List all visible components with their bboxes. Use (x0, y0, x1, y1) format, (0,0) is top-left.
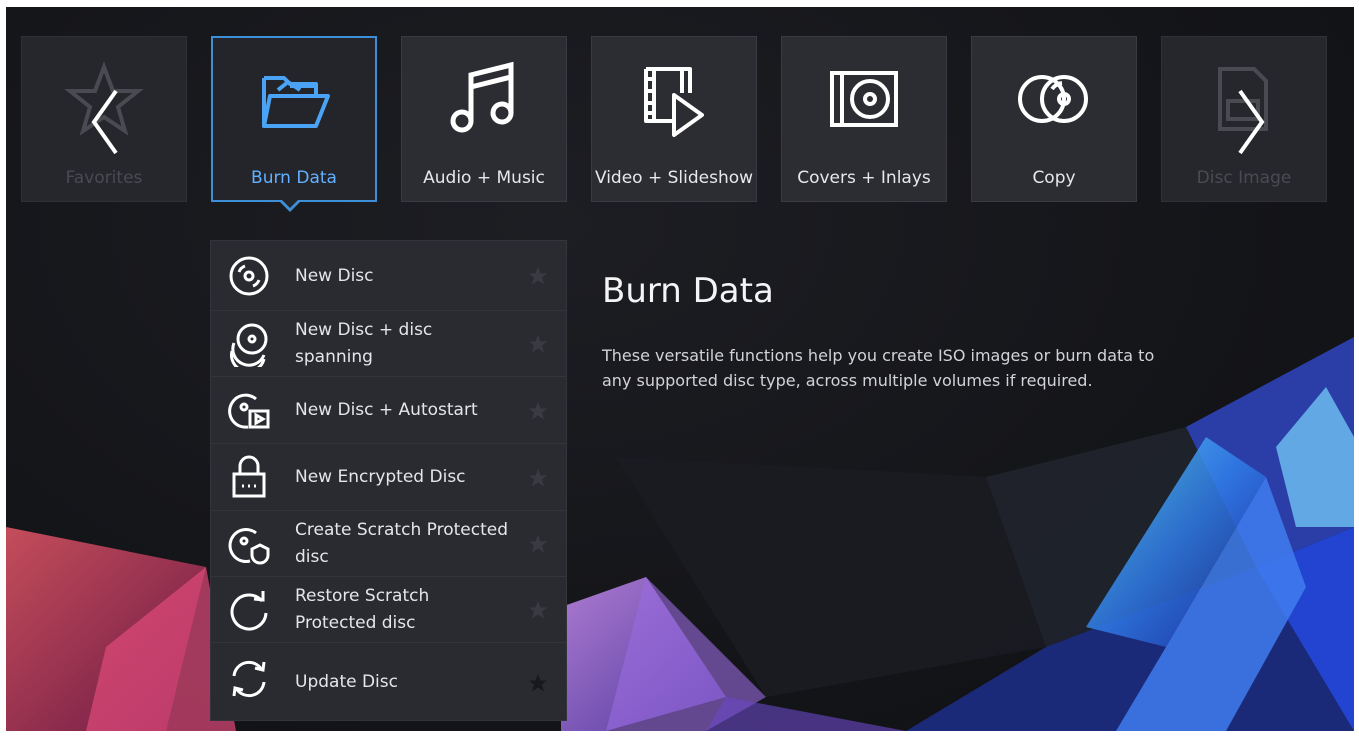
menu-item-label: New Disc (295, 266, 374, 286)
padlock-icon (225, 453, 273, 501)
menu-item-create-scratch-protected[interactable]: Create Scratch Protected disc (211, 511, 566, 577)
favorite-star-icon[interactable] (528, 401, 548, 421)
tile-audio-music[interactable]: Audio + Music (401, 36, 567, 202)
category-carousel: Favorites Burn Data Audio + Music Video … (6, 7, 1354, 217)
tile-label: Audio + Music (423, 168, 545, 188)
chevron-left-icon[interactable] (86, 87, 126, 157)
tile-label: Disc Image (1196, 168, 1292, 188)
tile-label: Covers + Inlays (797, 168, 931, 188)
favorite-star-icon[interactable] (528, 468, 548, 488)
tile-video-slideshow[interactable]: Video + Slideshow (591, 36, 757, 202)
tile-label: Copy (1032, 168, 1076, 188)
favorite-star-icon[interactable] (528, 266, 548, 286)
favorite-star-icon[interactable] (528, 334, 548, 354)
menu-item-restore-scratch-protected[interactable]: Restore Scratch Protected disc (211, 577, 566, 643)
menu-item-label: Restore Scratch Protected disc (295, 586, 430, 633)
favorite-star-icon[interactable] (528, 600, 548, 620)
favorite-star-icon[interactable] (528, 534, 548, 554)
disc-autostart-icon (225, 386, 273, 434)
refresh-arrow-icon (225, 586, 273, 634)
menu-item-label: Update Disc (295, 672, 398, 692)
burn-data-menu: New Disc New Disc + disc spanning New Di… (210, 240, 567, 721)
film-play-icon (592, 59, 756, 139)
menu-item-label: Create Scratch Protected disc (295, 520, 508, 567)
menu-item-update-disc[interactable]: Update Disc (211, 643, 566, 720)
menu-item-new-encrypted-disc[interactable]: New Encrypted Disc (211, 444, 566, 511)
menu-item-new-disc-autostart[interactable]: New Disc + Autostart (211, 377, 566, 444)
disc-shield-icon (225, 520, 273, 568)
tile-copy[interactable]: Copy (971, 36, 1137, 202)
section-description: These versatile functions help you creat… (602, 346, 1155, 390)
section-title: Burn Data (602, 271, 774, 311)
music-note-icon (402, 59, 566, 139)
menu-item-label: New Encrypted Disc (295, 467, 466, 487)
two-discs-icon (972, 59, 1136, 139)
disc-cover-icon (782, 59, 946, 139)
app-window: Favorites Burn Data Audio + Music Video … (6, 7, 1354, 731)
stacked-discs-icon (225, 320, 273, 368)
tile-label: Video + Slideshow (594, 168, 754, 188)
tile-label: Favorites (65, 168, 143, 188)
tile-label: Burn Data (251, 168, 337, 188)
tile-burn-data[interactable]: Burn Data (211, 36, 377, 202)
chevron-right-icon[interactable] (1230, 87, 1270, 157)
favorite-star-icon[interactable] (528, 673, 548, 693)
open-folder-icon (213, 60, 375, 140)
disc-icon (225, 252, 273, 300)
tile-covers-inlays[interactable]: Covers + Inlays (781, 36, 947, 202)
menu-item-label: New Disc + disc spanning (295, 320, 433, 367)
menu-item-label: New Disc + Autostart (295, 400, 478, 420)
menu-item-new-disc-spanning[interactable]: New Disc + disc spanning (211, 311, 566, 377)
menu-item-new-disc[interactable]: New Disc (211, 241, 566, 311)
active-tile-pointer (279, 199, 301, 212)
sync-arrows-icon (225, 655, 273, 703)
